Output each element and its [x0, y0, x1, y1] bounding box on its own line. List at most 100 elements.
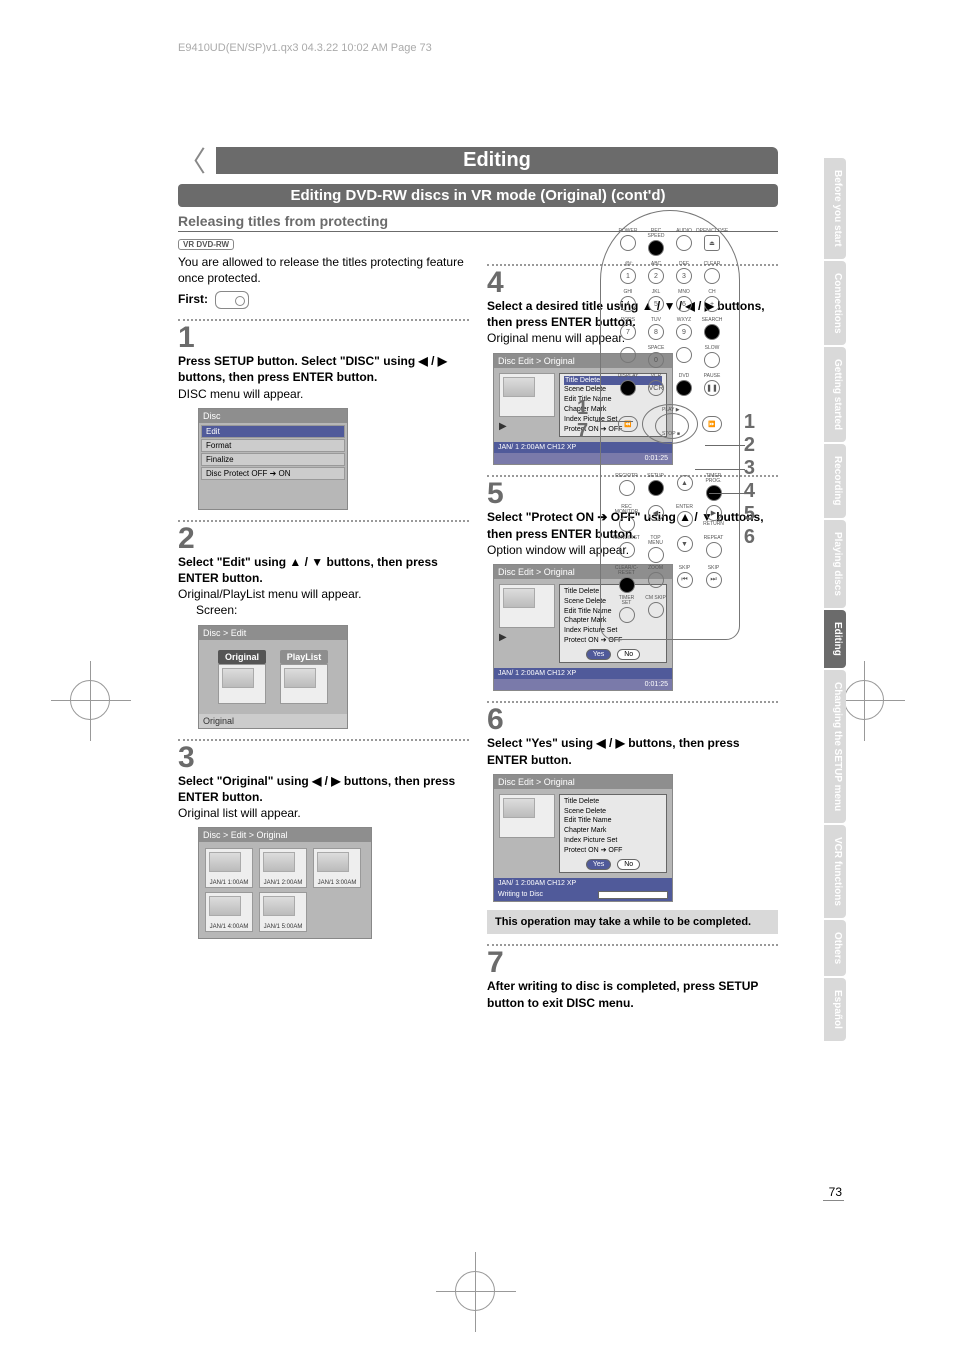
step-1-number: 1 — [178, 323, 469, 353]
thumb-original — [218, 664, 266, 704]
thumb-selected — [499, 373, 555, 417]
key-2-icon: 2 — [648, 268, 664, 284]
key-4-icon: 4 — [620, 296, 636, 312]
thumb-item: JAN/1 4:00AM — [205, 892, 253, 932]
step-divider — [487, 944, 778, 946]
play-icon: ▶ — [499, 632, 555, 643]
step-7-instruction: After writing to disc is completed, pres… — [487, 978, 778, 1010]
first-label: First: — [178, 292, 208, 306]
leader-line — [705, 445, 745, 446]
title-arrow-icon: 〈 — [178, 140, 206, 180]
pause-button-icon: ❚❚ — [704, 380, 720, 396]
osd-tab-original: Original — [218, 650, 266, 664]
osd-row-finalize: Finalize — [201, 453, 345, 466]
step-6-instruction: Select "Yes" using ◀ / ▶ buttons, then p… — [487, 735, 778, 767]
rec-monitor-button-icon — [619, 516, 635, 532]
osd-action-list: Title Delete Scene Delete Edit Title Nam… — [559, 794, 667, 874]
clear-button-icon — [704, 268, 720, 284]
osd-writing-header: Disc Edit > Original — [494, 775, 672, 789]
key-7-icon: 7 — [620, 324, 636, 340]
osd-row-format: Format — [201, 439, 345, 452]
step-2-number: 2 — [178, 524, 469, 554]
leader-line — [595, 421, 633, 422]
tab-before-you-start: Before you start — [824, 158, 846, 259]
key-6-icon: 6 — [676, 296, 692, 312]
down-arrow-icon: ▼ — [677, 536, 693, 552]
right-arrow-icon: ▶ — [706, 505, 722, 521]
tab-others: Others — [824, 920, 846, 976]
tab-espanol: Español — [824, 978, 846, 1041]
osd-writing-bar: Writing to Disc — [494, 889, 672, 901]
thumb-item: JAN/1 1:00AM — [205, 848, 253, 888]
menu-list-button-icon — [619, 542, 635, 558]
page-title: Editing — [216, 147, 778, 174]
osd-row-edit: Edit — [201, 425, 345, 438]
cm-skip-button-icon — [648, 602, 664, 618]
step-1-result: DISC menu will appear. — [178, 386, 469, 402]
rev-button-icon: ⏪ — [618, 416, 638, 432]
key-blank-icon — [676, 347, 692, 363]
vcr-button-icon: VCR — [648, 380, 664, 396]
step-2-result: Original/PlayList menu will appear. — [178, 586, 469, 602]
print-header: E9410UD(EN/SP)v1.qx3 04.3.22 10:02 AM Pa… — [178, 42, 432, 54]
thumb-selected — [499, 584, 555, 628]
callout-left: 1 7 — [577, 397, 588, 443]
page-number: 73 — [823, 1185, 844, 1201]
repeat-button-icon — [706, 542, 722, 558]
left-arrow-icon: ◀ — [648, 505, 664, 521]
rec-otr-button-icon — [619, 480, 635, 496]
page-subtitle: Editing DVD-RW discs in VR mode (Origina… — [178, 184, 778, 207]
display-button-icon — [620, 380, 636, 396]
osd-footer: JAN/ 1 2:00AM CH12 XP — [494, 668, 672, 679]
tab-getting-started: Getting started — [824, 347, 846, 442]
osd-timebar: 0:01:25 — [494, 679, 672, 690]
top-menu-button-icon — [648, 547, 664, 563]
ch-up-icon: + — [704, 296, 720, 312]
step-divider — [178, 319, 469, 321]
osd-original-header: Disc > Edit > Original — [199, 828, 371, 842]
operation-note: This operation may take a while to be co… — [487, 910, 778, 934]
option-yes: Yes — [586, 649, 611, 661]
tab-vcr-functions: VCR functions — [824, 825, 846, 918]
timer-set-button-icon — [619, 607, 635, 623]
osd-tab-playlist: PlayList — [280, 650, 328, 664]
step-3-result: Original list will appear. — [178, 805, 469, 821]
crop-mark-bottom — [455, 1271, 495, 1311]
enter-button-icon — [677, 511, 693, 527]
thumb-item: JAN/1 3:00AM — [313, 848, 361, 888]
skip-next-button-icon: ⏭ — [706, 572, 722, 588]
option-yes: Yes — [586, 859, 611, 871]
osd-edit-menu: Disc > Edit Original PlayList Original — [198, 625, 348, 729]
up-arrow-icon: ▲ — [677, 475, 693, 491]
slow-button-icon — [704, 352, 720, 368]
side-tabs: Before you start Connections Getting sta… — [824, 158, 846, 1043]
key-5-icon: 5 — [648, 296, 664, 312]
step-2-sublabel: Screen: — [196, 602, 469, 618]
step-7-number: 7 — [487, 948, 778, 978]
transport-cluster: ⏪ PLAY ▶ STOP ■ ⏩ — [618, 402, 722, 470]
key-1-icon: 1 — [620, 268, 636, 284]
ffwd-button-icon: ⏩ — [702, 416, 722, 432]
open-close-button-icon: ⏏ — [704, 235, 720, 251]
key-3-icon: 3 — [676, 268, 692, 284]
zoom-button-icon — [648, 572, 664, 588]
step-divider — [178, 739, 469, 741]
callout-right: 1 2 3 4 5 6 — [744, 411, 755, 549]
tab-recording: Recording — [824, 444, 846, 517]
tab-setup-menu: Changing the SETUP menu — [824, 670, 846, 823]
thumb-item: JAN/1 2:00AM — [259, 848, 307, 888]
key-8-icon: 8 — [648, 324, 664, 340]
clear-reset-button-icon — [619, 577, 635, 593]
option-no: No — [617, 649, 640, 661]
option-no: No — [617, 859, 640, 871]
skip-prev-button-icon: ⏮ — [677, 572, 693, 588]
tab-connections: Connections — [824, 261, 846, 346]
leader-line — [695, 469, 745, 470]
crop-mark-right — [844, 680, 884, 720]
osd-writing: Disc Edit > Original Title Delete Scene … — [493, 774, 673, 903]
remote-icon — [215, 291, 249, 309]
leader-line — [709, 493, 745, 494]
step-divider — [487, 701, 778, 703]
tab-editing: Editing — [824, 610, 846, 668]
disc-type-badge: VR DVD-RW — [178, 239, 234, 250]
